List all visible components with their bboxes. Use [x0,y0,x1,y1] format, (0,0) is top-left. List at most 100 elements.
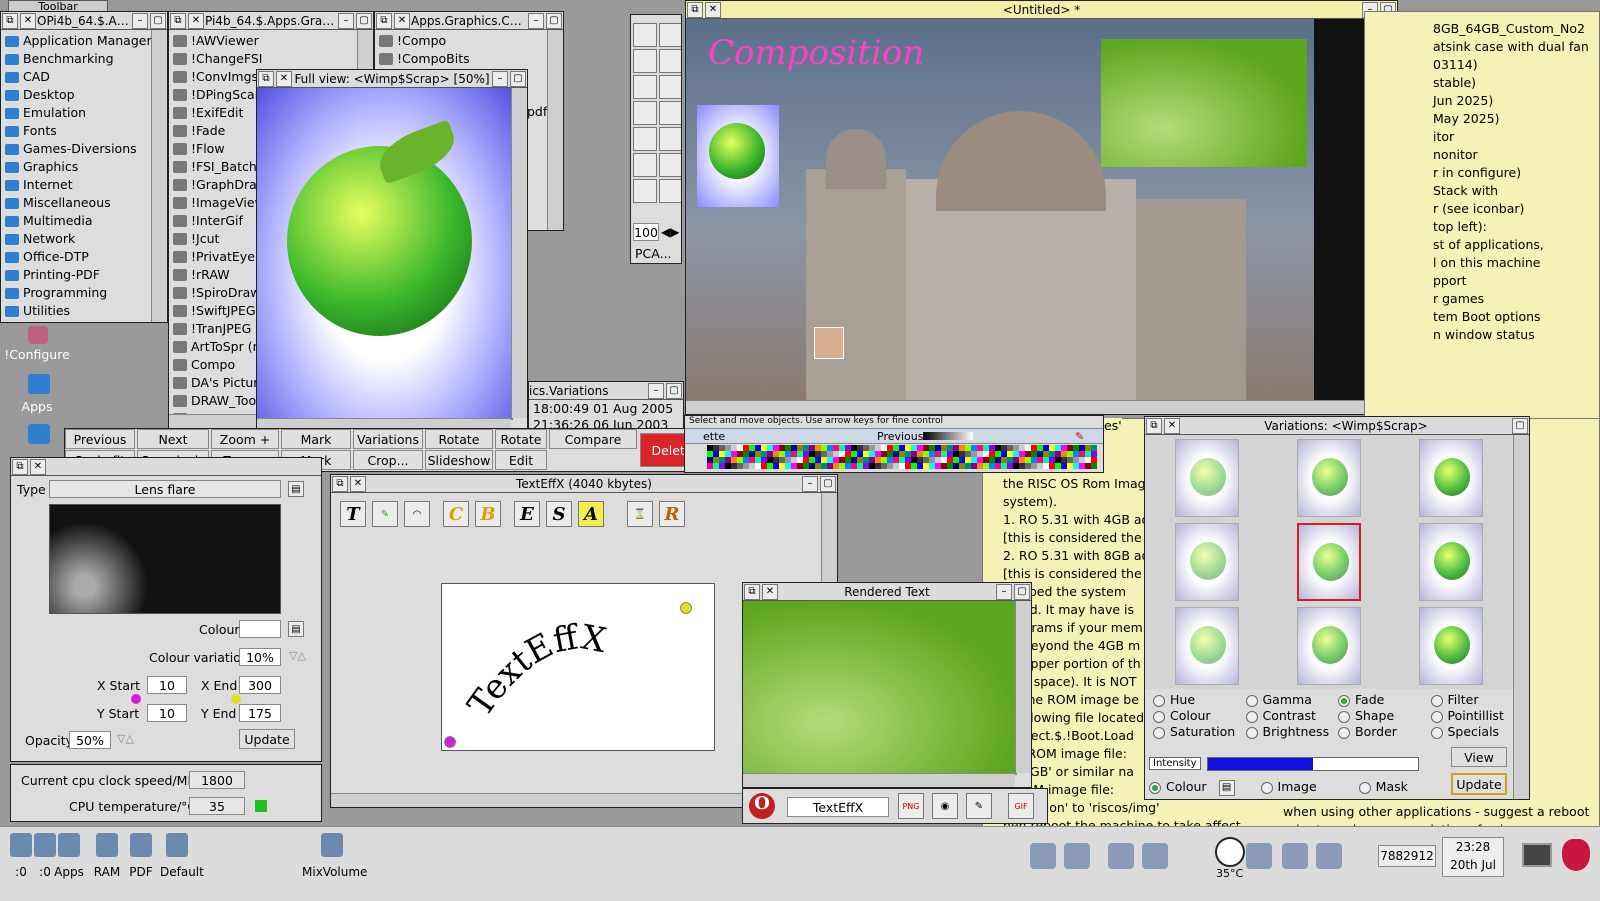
text-preview[interactable]: TextEffX [441,583,715,751]
gif-export-icon[interactable]: GIF [1008,793,1034,819]
zoom-field[interactable]: 100 [633,223,659,241]
vertical-scrollbar[interactable] [1513,435,1529,799]
variation-thumbnail[interactable] [1297,523,1361,601]
back-icon[interactable]: ⧉ [376,12,392,29]
option-radio-contrast[interactable]: Contrast [1245,708,1339,724]
title-bar[interactable]: ⧉ ✕ [11,458,321,476]
title-bar[interactable]: ⧉ ✕ Rendered Text – ▢ [743,583,1031,601]
start-handle-icon[interactable] [131,694,141,704]
horizontal-scrollbar[interactable] [743,773,1015,787]
pca-button[interactable]: PCA... [635,246,672,261]
close-icon[interactable]: ✕ [30,458,46,475]
image-mode-radio[interactable]: Image [1260,779,1317,794]
text-effect-icon[interactable]: T [340,501,366,527]
texteffx-icon[interactable] [1108,843,1134,869]
file-item[interactable]: !ChangeFSI [173,50,369,68]
e-style-icon[interactable]: E [514,501,540,527]
opacity-arrows-icon[interactable]: ▽△ [117,732,134,745]
variations-update-button[interactable]: Update [1451,773,1507,795]
configure-icon[interactable]: !Configure [4,326,70,362]
toolbar-button-rotate[interactable]: Rotate [495,429,547,449]
hourglass-icon[interactable]: ⌛ [627,501,653,527]
transform-tool-icon[interactable] [633,101,657,125]
palette-swatch[interactable] [1091,463,1097,469]
vertical-scrollbar[interactable] [1015,601,1031,773]
c-style-icon[interactable]: C [443,501,469,527]
vertical-scrollbar[interactable] [511,88,527,418]
title-bar[interactable]: ⧉ ✕ <Untitled> * – ▢ [686,1,1397,19]
variation-thumbnail[interactable] [1175,439,1239,517]
toolbar-button-rotate[interactable]: Rotate [425,429,493,449]
r-style-icon[interactable]: R [659,501,685,527]
title-bar[interactable]: ⧉✕Apps.Graphics.Compo–▢ [375,12,563,30]
close-icon[interactable]: ✕ [20,12,36,29]
option-radio-brightness[interactable]: Brightness [1245,724,1339,740]
file-item[interactable]: Emulation [5,104,163,122]
vertical-scrollbar[interactable] [547,30,563,230]
option-radio-specials[interactable]: Specials [1430,724,1524,740]
type-menu-icon[interactable]: ▤ [288,481,304,497]
toggle-size-icon[interactable]: ▢ [150,12,166,29]
xstart-field[interactable]: 10 [147,676,187,694]
variation-thumbnail[interactable] [1175,523,1239,601]
raspberry-pi-icon[interactable] [1562,839,1590,871]
file-item[interactable]: Application Managers [5,32,163,50]
variation-arrows-icon[interactable]: ▽△ [289,649,306,662]
arc-effect-icon[interactable]: ◠ [404,501,430,527]
file-item[interactable]: Graphics [5,158,163,176]
iconise-icon[interactable]: – [492,70,508,87]
title-bar[interactable]: ⧉✕Pi4b_64.$.Apps.Graphics–▢ [169,12,373,30]
select-tool-icon[interactable] [633,153,657,177]
close-icon[interactable]: ✕ [276,70,292,87]
back-icon[interactable]: ⧉ [258,70,274,87]
file-item[interactable]: Miscellaneous [5,194,163,212]
iconbar-item-mixvolume[interactable]: MixVolume [302,833,367,879]
clock-display[interactable]: 23:28 20th Jul [1442,837,1504,877]
curve-tool-icon[interactable] [633,75,657,99]
xend-field[interactable]: 300 [239,676,281,694]
cpu-temp-icon[interactable] [1215,837,1245,867]
file-item[interactable]: CAD [5,68,163,86]
iconise-icon[interactable]: – [132,12,148,29]
end-handle-icon[interactable] [231,694,241,704]
toolbar-button-next[interactable]: Next [137,429,209,449]
file-item[interactable]: Internet [5,176,163,194]
pen-icon[interactable]: ✎ [1075,430,1084,443]
v-icon[interactable] [1030,843,1056,869]
draw-icon[interactable]: ✎ [966,793,992,819]
variation-thumbnail[interactable] [1419,439,1483,517]
toolbar-button-zoom-[interactable]: Zoom + [211,429,279,449]
option-radio-saturation[interactable]: Saturation [1153,724,1246,740]
memory-display[interactable]: 7882912 [1378,845,1436,867]
eye-icon[interactable] [1064,843,1090,869]
path-tool-icon[interactable] [659,75,681,99]
option-radio-hue[interactable]: Hue [1153,692,1246,708]
variation-thumbnail[interactable] [1175,607,1239,685]
back-icon[interactable]: ⧉ [1146,417,1162,434]
option-radio-filter[interactable]: Filter [1430,692,1524,708]
toggle-size-icon[interactable]: ▢ [1014,583,1030,600]
name-field[interactable]: TextEffX [787,797,889,817]
file-item[interactable]: Games-Diversions [5,140,163,158]
option-radio-pointillist[interactable]: Pointillist [1430,708,1524,724]
text-tool-icon[interactable] [659,153,681,177]
close-icon[interactable]: ✕ [1164,417,1180,434]
move-tool-icon[interactable] [659,127,681,151]
iconbar-item-ram[interactable]: RAM [90,833,124,879]
mask-mode-radio[interactable]: Mask [1358,779,1408,794]
file-item[interactable]: !AWViewer [173,32,369,50]
file-item[interactable]: Programming [5,284,163,302]
back-icon[interactable]: ⧉ [332,475,348,492]
notes-icon[interactable] [1282,843,1308,869]
back-icon[interactable]: ⧉ [2,12,18,29]
file-item[interactable]: !CompoBits [379,50,559,68]
s-style-icon[interactable]: S [546,501,572,527]
close-icon[interactable]: ✕ [394,12,410,29]
toolbar-button-edit[interactable]: Edit [495,450,547,470]
option-radio-gamma[interactable]: Gamma [1245,692,1339,708]
mask-tool-icon[interactable] [633,23,657,47]
iconbar-item-apps[interactable]: Apps [52,833,86,879]
file-item[interactable]: Utilities [5,302,163,320]
toggle-size-icon[interactable]: ▢ [820,475,836,492]
iconise-icon[interactable]: – [528,12,544,29]
